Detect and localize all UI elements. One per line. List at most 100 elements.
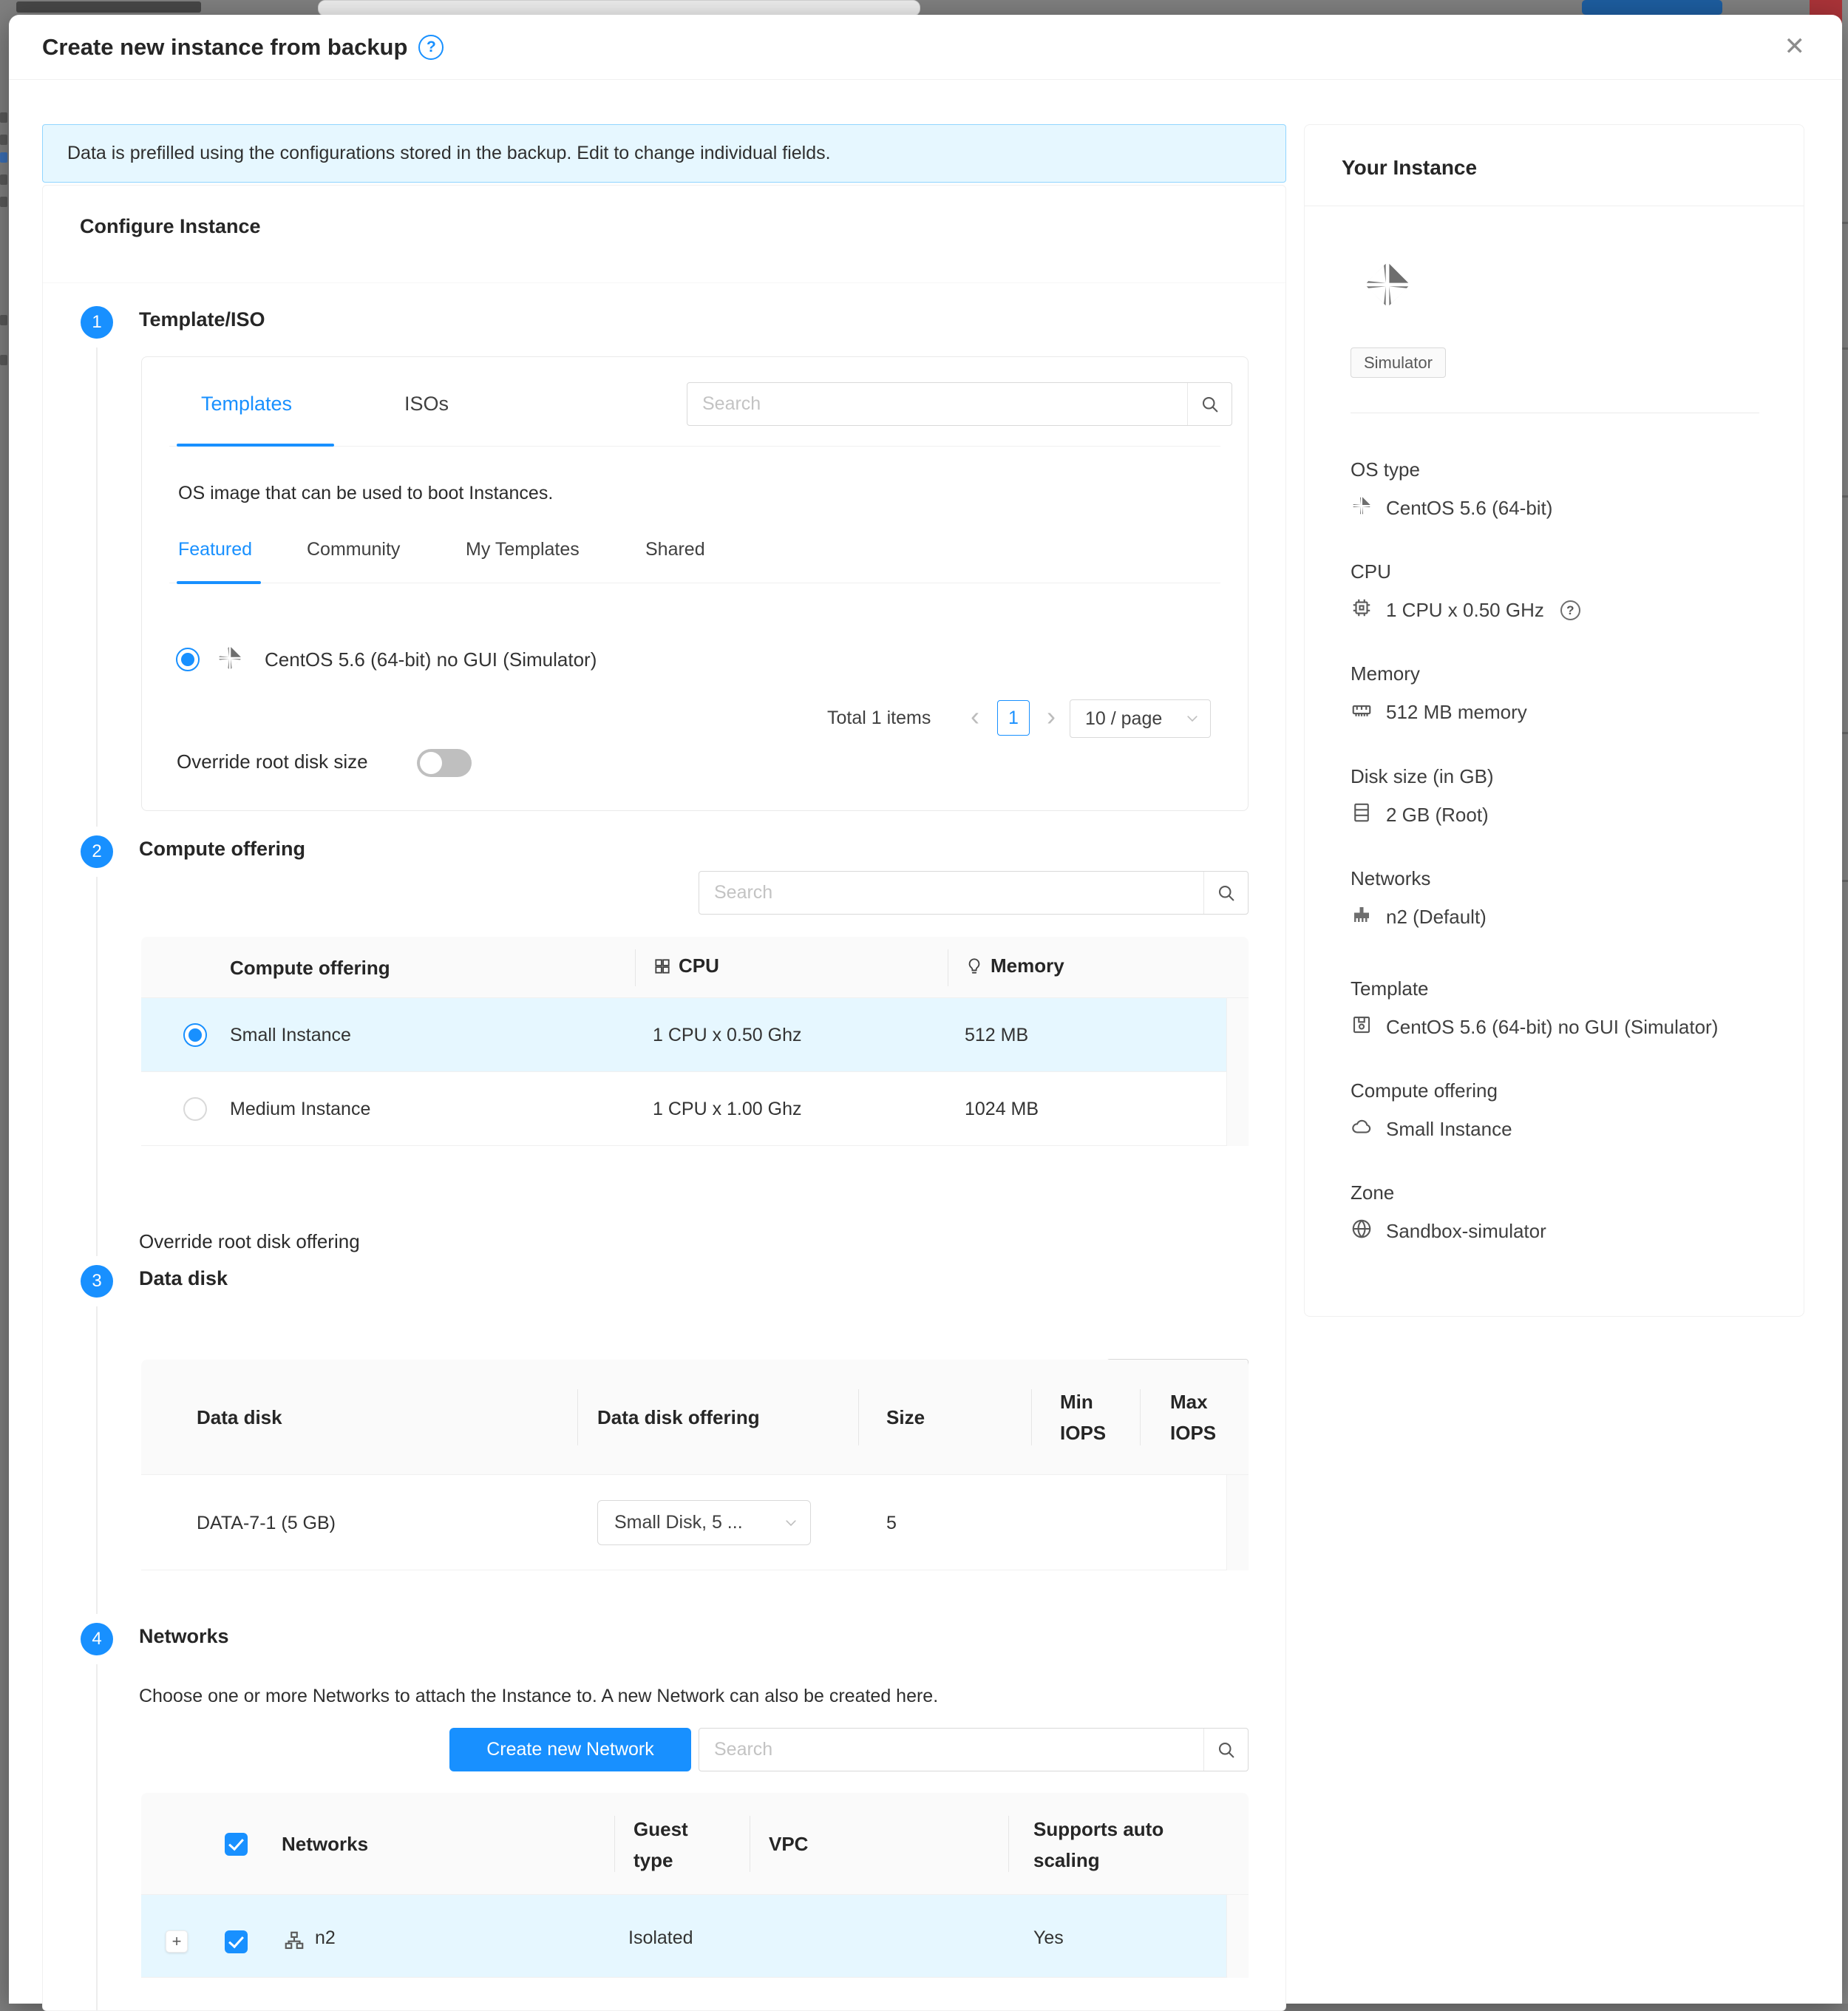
compute-radio-medium[interactable] — [183, 1097, 207, 1121]
cloud-icon — [1351, 1116, 1373, 1143]
step-4-title: Networks — [139, 1625, 229, 1648]
template-pagination-total: Total 1 items — [827, 708, 931, 729]
compute-radio-small[interactable] — [183, 1023, 207, 1047]
backdrop-button — [1582, 0, 1722, 15]
network-row-n2[interactable]: + n2 Isolated Yes — [141, 1895, 1249, 1978]
col-cpu: CPU — [679, 954, 719, 977]
chevron-down-icon — [1185, 711, 1200, 726]
compute-offering-label: Compute offering — [1351, 1079, 1498, 1102]
compute-search-input[interactable] — [699, 872, 1203, 914]
override-root-disk-size-toggle[interactable] — [417, 749, 472, 777]
cell-memory: 1024 MB — [965, 1099, 1039, 1120]
compute-row-small[interactable]: Small Instance 1 CPU x 0.50 Ghz 512 MB — [141, 998, 1249, 1072]
filter-community[interactable]: Community — [307, 539, 400, 560]
template-label: Template — [1351, 977, 1429, 1000]
cell-disk-size: 5 — [886, 1513, 897, 1534]
template-option-label[interactable]: CentOS 5.6 (64-bit) no GUI (Simulator) — [265, 648, 597, 671]
filter-my-templates[interactable]: My Templates — [466, 539, 580, 560]
backdrop-logo — [16, 1, 201, 13]
col-max-iops: Max IOPS — [1170, 1386, 1237, 1448]
memory-value: 512 MB memory — [1386, 701, 1527, 724]
cell-auto-scaling: Yes — [1033, 1927, 1064, 1949]
networks-value: n2 (Default) — [1386, 906, 1487, 929]
help-icon[interactable]: ? — [418, 35, 444, 60]
globe-icon — [1351, 1218, 1373, 1245]
cell-name: Small Instance — [230, 1025, 351, 1046]
centos-logo-icon — [1361, 258, 1414, 315]
configure-title: Configure Instance — [80, 215, 261, 238]
cell-cpu: 1 CPU x 1.00 Ghz — [653, 1099, 801, 1120]
step-1-badge: 1 — [81, 306, 113, 339]
template-radio[interactable] — [176, 648, 200, 671]
step-rail — [96, 877, 98, 1256]
cell-name: Medium Instance — [230, 1099, 370, 1120]
select-all-checkbox[interactable] — [225, 1833, 248, 1856]
backdrop-right-strip — [1842, 0, 1848, 2004]
backdrop-text-fragment — [0, 135, 7, 145]
table-scrollbar-gutter[interactable] — [1226, 1895, 1249, 1978]
tab-isos[interactable]: ISOs — [404, 393, 449, 416]
backdrop-line — [1842, 732, 1848, 734]
step-2-badge: 2 — [81, 835, 113, 868]
disk-offering-select[interactable]: Small Disk, 5 ... — [597, 1500, 811, 1545]
cpu-label: CPU — [1351, 560, 1391, 583]
page-1-button[interactable]: 1 — [997, 700, 1030, 736]
backdrop-text-fragment — [0, 315, 7, 325]
create-new-network-button[interactable]: Create new Network — [449, 1728, 691, 1771]
step-1-title: Template/ISO — [139, 308, 265, 331]
close-icon[interactable]: ✕ — [1784, 33, 1806, 61]
disk-size-value-row: 2 GB (Root) — [1351, 801, 1489, 829]
backdrop-text-fragment — [0, 355, 7, 365]
step-4-badge: 4 — [81, 1623, 113, 1655]
col-vpc: VPC — [769, 1833, 808, 1856]
search-icon[interactable] — [1203, 872, 1248, 914]
override-root-disk-offering-label: Override root disk offering — [139, 1230, 360, 1253]
disk-icon — [1351, 801, 1373, 829]
chevron-down-icon — [784, 1516, 798, 1530]
expand-row-icon[interactable]: + — [166, 1930, 188, 1953]
col-compute-offering: Compute offering — [230, 957, 390, 980]
step-2-title: Compute offering — [139, 838, 305, 861]
col-memory: Memory — [991, 954, 1064, 977]
col-networks: Networks — [282, 1833, 368, 1856]
data-disk-row[interactable]: DATA-7-1 (5 GB) Small Disk, 5 ... 5 — [141, 1475, 1249, 1570]
table-scrollbar-gutter[interactable] — [1226, 1475, 1249, 1570]
networks-table-header: Networks Guest type VPC Supports auto sc… — [141, 1793, 1249, 1895]
table-scrollbar-gutter[interactable] — [1226, 998, 1249, 1146]
zone-value-row: Sandbox-simulator — [1351, 1218, 1546, 1245]
ram-icon — [1351, 699, 1373, 726]
cpu-help-icon[interactable]: ? — [1560, 600, 1580, 620]
search-icon[interactable] — [1187, 383, 1232, 425]
step-3-title: Data disk — [139, 1267, 228, 1290]
simulator-tag: Simulator — [1351, 347, 1446, 378]
template-search — [687, 382, 1232, 426]
template-search-input[interactable] — [687, 383, 1187, 425]
compute-row-medium[interactable]: Medium Instance 1 CPU x 1.00 Ghz 1024 MB — [141, 1072, 1249, 1146]
divider — [635, 949, 636, 986]
tab-templates[interactable]: Templates — [201, 393, 292, 416]
banner-text: Data is prefilled using the configuratio… — [67, 143, 831, 164]
networks-search-input[interactable] — [699, 1729, 1203, 1771]
divider — [577, 1389, 578, 1445]
filter-shared[interactable]: Shared — [645, 539, 705, 560]
search-icon[interactable] — [1203, 1729, 1248, 1771]
page-size-select[interactable]: 10 / page — [1070, 699, 1211, 738]
tab-inkbar — [177, 444, 334, 447]
divider — [1008, 1816, 1009, 1872]
col-data-disk: Data disk — [197, 1406, 282, 1429]
networks-label: Networks — [1351, 867, 1430, 890]
filter-featured[interactable]: Featured — [178, 539, 252, 560]
next-page-icon[interactable]: › — [1047, 703, 1056, 730]
backdrop-line — [1842, 880, 1848, 882]
os-type-label: OS type — [1351, 458, 1420, 481]
prev-page-icon[interactable]: ‹ — [971, 703, 979, 730]
divider — [43, 282, 1285, 283]
col-min-iops: Min IOPS — [1060, 1386, 1127, 1448]
template-panel: Templates ISOs OS image that can be used… — [141, 356, 1249, 811]
step-rail — [96, 1306, 98, 1614]
network-n2-checkbox[interactable] — [225, 1930, 248, 1953]
divider — [614, 1816, 615, 1872]
disk-size-label: Disk size (in GB) — [1351, 765, 1494, 788]
networks-value-row: n2 (Default) — [1351, 903, 1487, 931]
cell-network-name: n2 — [315, 1927, 336, 1949]
